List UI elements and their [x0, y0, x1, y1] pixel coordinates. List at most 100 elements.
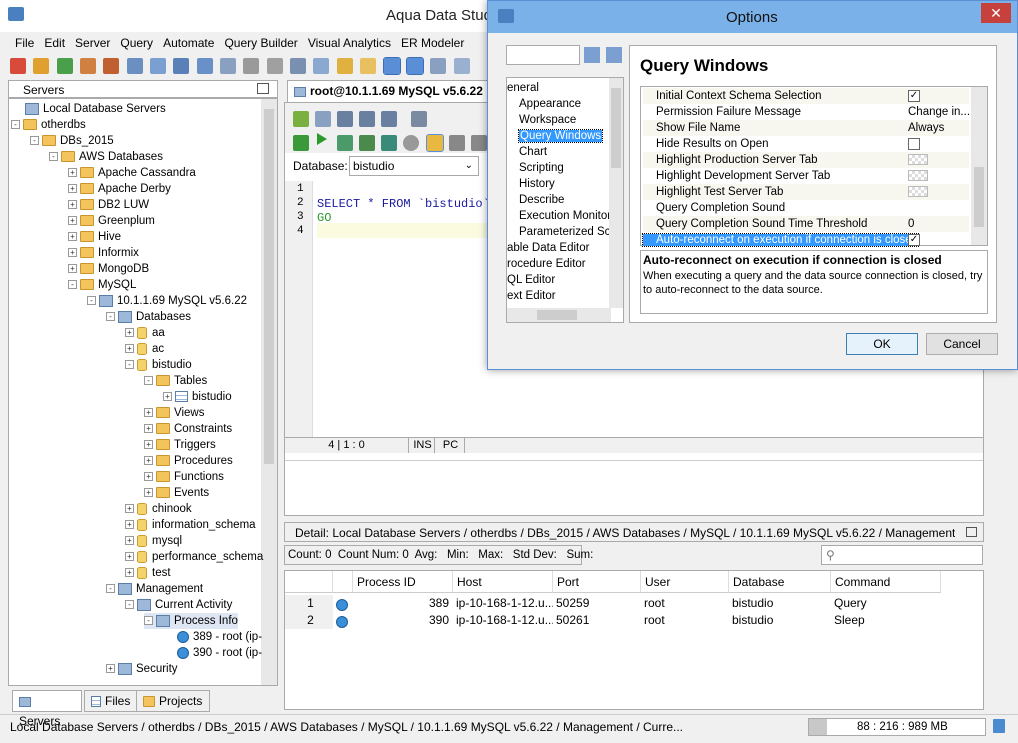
collapse-icon[interactable]: -: [144, 376, 153, 386]
note-icon[interactable]: [360, 58, 377, 74]
print-icon[interactable]: [243, 58, 260, 74]
options-nav-item[interactable]: Execution Monitor: [519, 208, 611, 224]
process-icon[interactable]: [333, 612, 353, 629]
expand-icon[interactable]: +: [144, 472, 153, 482]
expand-icon[interactable]: +: [68, 248, 77, 258]
property-value[interactable]: [908, 184, 928, 200]
grid-cell[interactable]: 389: [353, 595, 453, 612]
tree-node[interactable]: + Constraints: [144, 421, 232, 437]
tree-node[interactable]: + mysql: [125, 533, 182, 549]
ok-button[interactable]: OK: [846, 333, 918, 355]
collapse-icon[interactable]: -: [125, 600, 134, 610]
tree-node[interactable]: + Views: [144, 405, 204, 421]
menu-item[interactable]: Automate: [158, 32, 219, 50]
expand-icon[interactable]: +: [163, 392, 172, 402]
tree-node[interactable]: - Current Activity: [125, 597, 232, 613]
grid-column-header[interactable]: [333, 571, 353, 593]
auto-commit-icon[interactable]: [426, 134, 444, 152]
expand-icon[interactable]: +: [68, 184, 77, 194]
tree-node[interactable]: Local Database Servers: [11, 101, 166, 117]
tree-node[interactable]: + MongoDB: [68, 261, 149, 277]
grid-cell[interactable]: 1: [285, 595, 333, 612]
options-nav-item[interactable]: Workspace: [519, 112, 576, 128]
grid-cell[interactable]: Query: [831, 595, 941, 612]
property-row[interactable]: Auto-reconnect on execution if connectio…: [641, 232, 969, 248]
connect-icon[interactable]: [56, 58, 73, 74]
collapse-icon[interactable]: -: [68, 280, 77, 290]
expand-icon[interactable]: +: [125, 536, 134, 546]
tree-node[interactable]: - Tables: [144, 373, 207, 389]
property-value[interactable]: Always: [908, 120, 944, 136]
grid-cell[interactable]: root: [641, 612, 729, 629]
menu-item[interactable]: Server: [70, 32, 115, 50]
tree-node[interactable]: + Apache Cassandra: [68, 165, 196, 181]
restore-detail-icon[interactable]: [966, 527, 977, 537]
save-as-icon[interactable]: [359, 111, 375, 127]
tree-node[interactable]: - bistudio: [125, 357, 192, 373]
grid-column-header[interactable]: User: [641, 571, 729, 593]
expand-icon[interactable]: +: [144, 488, 153, 498]
tree-node[interactable]: + Apache Derby: [68, 181, 171, 197]
nav-hscroll-thumb[interactable]: [537, 310, 577, 320]
export-icon[interactable]: [220, 58, 237, 74]
options-nav-item[interactable]: able Data Editor: [507, 240, 589, 256]
compare-icon[interactable]: [173, 58, 190, 74]
expand-icon[interactable]: +: [125, 344, 134, 354]
restore-icon[interactable]: [257, 83, 269, 94]
property-row[interactable]: Hide Results on Open: [643, 136, 969, 152]
property-value[interactable]: 0: [908, 216, 914, 232]
edit-server-icon[interactable]: [33, 58, 50, 74]
tree-node[interactable]: + test: [125, 565, 171, 581]
print-editor-icon[interactable]: [411, 111, 427, 127]
dropdown-icon[interactable]: [266, 58, 283, 74]
tree-node[interactable]: - MySQL: [68, 277, 136, 293]
checkbox[interactable]: ✓: [908, 233, 920, 246]
admin-icon[interactable]: [103, 58, 120, 74]
expand-icon[interactable]: +: [68, 200, 77, 210]
color-swatch[interactable]: [908, 170, 928, 182]
tree-node[interactable]: - otherdbs: [11, 117, 86, 133]
property-row[interactable]: Highlight Test Server Tab: [643, 184, 969, 200]
process-icon[interactable]: [333, 595, 353, 612]
expand-icon[interactable]: +: [68, 232, 77, 242]
trash-icon[interactable]: [993, 719, 1005, 733]
table-icon[interactable]: [313, 58, 330, 74]
property-value[interactable]: [908, 168, 928, 184]
expand-icon[interactable]: +: [125, 504, 134, 514]
tree-node[interactable]: + Procedures: [144, 453, 233, 469]
expand-icon[interactable]: +: [144, 408, 153, 418]
collapse-icon[interactable]: -: [87, 296, 96, 306]
editor-tab[interactable]: root@10.1.1.69 MySQL v5.6.22: [287, 80, 497, 102]
collapse-icon[interactable]: -: [125, 360, 134, 370]
cancel-button[interactable]: Cancel: [926, 333, 998, 355]
tree-node[interactable]: - AWS Databases: [49, 149, 163, 165]
options-nav-item[interactable]: Scripting: [519, 160, 564, 176]
tree-node[interactable]: + aa: [125, 325, 165, 341]
expand-icon[interactable]: +: [144, 440, 153, 450]
memory-indicator[interactable]: 88 : 216 : 989 MB: [808, 718, 986, 736]
expand-icon[interactable]: +: [68, 216, 77, 226]
nav-scrollbar[interactable]: [609, 78, 623, 308]
rollback-icon[interactable]: [471, 135, 487, 151]
props-scrollbar[interactable]: [971, 87, 987, 245]
property-row[interactable]: Initial Context Schema Selection ✓: [643, 88, 969, 104]
open-icon[interactable]: [315, 111, 331, 127]
grid-cell[interactable]: 50259: [553, 595, 641, 612]
options-nav-item[interactable]: rocedure Editor: [507, 256, 586, 272]
commit-icon[interactable]: [449, 135, 465, 151]
property-value[interactable]: ✓: [908, 232, 920, 248]
tree-node[interactable]: + DB2 LUW: [68, 197, 149, 213]
collapse-all-icon[interactable]: [606, 47, 622, 63]
text-icon[interactable]: [405, 57, 424, 75]
menu-item[interactable]: Query Builder: [219, 32, 302, 50]
expand-icon[interactable]: +: [125, 552, 134, 562]
tree-node[interactable]: + bistudio: [163, 389, 232, 405]
collapse-icon[interactable]: -: [144, 616, 153, 626]
menu-item[interactable]: Query: [115, 32, 158, 50]
add-icon[interactable]: [293, 111, 309, 127]
menu-item[interactable]: File: [10, 32, 39, 50]
checkbox[interactable]: ✓: [908, 89, 920, 102]
property-row[interactable]: Query Completion Sound: [643, 200, 969, 216]
property-row[interactable]: Query Completion Sound Time Threshold 0: [643, 216, 969, 232]
grid-column-header[interactable]: Process ID: [353, 571, 453, 593]
